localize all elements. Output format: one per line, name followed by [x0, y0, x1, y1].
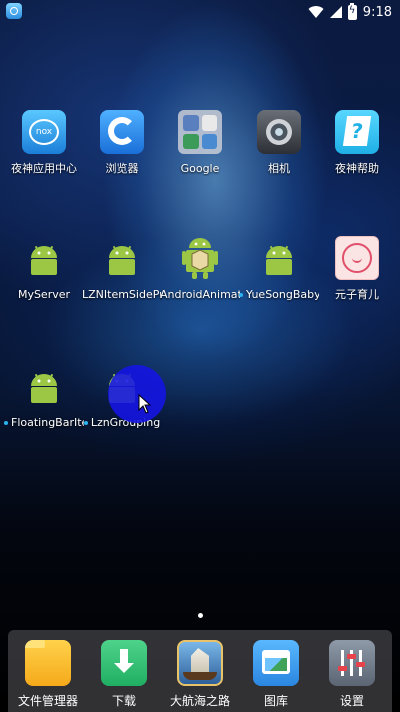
app-label: 夜神帮助 [335, 162, 379, 175]
page-indicator-dot [198, 613, 203, 618]
new-badge [83, 421, 88, 425]
nox-app-center-icon: nox [22, 110, 66, 154]
new-badge [4, 421, 8, 425]
app-label: FloatingBarIten [4, 416, 84, 430]
status-bar: 9:18 [0, 0, 400, 24]
settings-icon [329, 640, 375, 686]
dock-label: 下载 [111, 694, 136, 708]
app-label: 夜神应用中心 [11, 162, 77, 175]
android-icon [257, 236, 301, 280]
app-browser[interactable]: 浏览器 [82, 110, 162, 176]
nox-status-icon [6, 3, 22, 19]
dock-label: 设置 [339, 694, 364, 708]
app-lznitemsidepull[interactable]: LZNItemSidePull [82, 236, 162, 302]
gallery-icon [253, 640, 299, 686]
dock: 文件管理器 下载 大航海之路 图库 设置 [8, 630, 392, 712]
app-label: YueSongBaby3 [239, 288, 319, 302]
google-folder-icon [178, 110, 222, 154]
app-yuanzi[interactable]: 元子育儿 [317, 236, 397, 302]
app-label: 相机 [268, 162, 290, 175]
app-nox-app-center[interactable]: nox 夜神应用中心 [4, 110, 84, 176]
dock-download[interactable]: 下载 [86, 640, 162, 709]
dock-label: 大航海之路 [169, 694, 230, 708]
folder-google[interactable]: Google [160, 110, 240, 176]
battery-charging-icon [347, 2, 357, 20]
file-manager-icon [25, 640, 71, 686]
dock-label: 图库 [263, 694, 288, 708]
app-label-text: YueSongBaby3 [246, 288, 319, 301]
android-box-icon [178, 236, 222, 280]
browser-icon [100, 110, 144, 154]
app-label: 浏览器 [105, 162, 139, 175]
app-yuesongbaby3[interactable]: YueSongBaby3 [239, 236, 319, 302]
app-label: LZNItemSidePull [82, 288, 162, 301]
app-label: Google [180, 162, 220, 175]
touch-indicator [108, 365, 166, 423]
signal-icon [329, 6, 342, 18]
dock-file-manager[interactable]: 文件管理器 [10, 640, 86, 709]
app-label: 元子育儿 [335, 288, 379, 301]
android-icon [22, 236, 66, 280]
new-badge [239, 293, 243, 297]
camera-icon [257, 110, 301, 154]
clock: 9:18 [362, 4, 392, 20]
status-indicators: 9:18 [308, 2, 392, 21]
mouse-cursor-icon [138, 394, 152, 414]
nox-help-icon: ? [335, 110, 379, 154]
dock-label: 文件管理器 [17, 694, 78, 708]
app-label: AndroidAnimatio [160, 288, 240, 301]
wifi-icon [308, 6, 324, 19]
app-label-text: FloatingBarIten [11, 416, 84, 429]
yuanzi-icon [335, 236, 379, 280]
app-nox-help[interactable]: ? 夜神帮助 [317, 110, 397, 176]
android-icon [100, 236, 144, 280]
game-icon [177, 640, 223, 686]
android-icon [22, 364, 66, 408]
dock-gallery[interactable]: 图库 [238, 640, 314, 709]
dock-settings[interactable]: 设置 [314, 640, 390, 709]
app-floatingbaritem[interactable]: FloatingBarIten [4, 364, 84, 430]
dock-game[interactable]: 大航海之路 [162, 640, 238, 709]
app-label: MyServer [17, 288, 71, 301]
app-androidanimation[interactable]: AndroidAnimatio [160, 236, 240, 302]
download-icon [101, 640, 147, 686]
app-myserver[interactable]: MyServer [4, 236, 84, 302]
app-camera[interactable]: 相机 [239, 110, 319, 176]
